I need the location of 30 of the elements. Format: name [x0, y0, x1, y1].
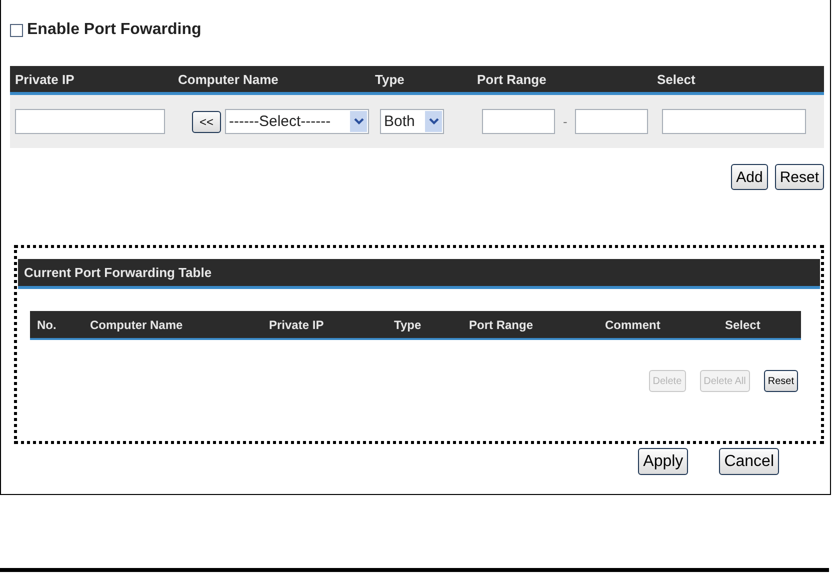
column-header: Computer Name [178, 72, 280, 86]
column-header: Computer Name [90, 318, 184, 332]
private-ip-field[interactable] [15, 109, 165, 134]
port-end-field[interactable] [575, 109, 648, 134]
copy-button[interactable]: << [192, 110, 221, 132]
column-header: Port Range [477, 72, 548, 86]
column-header: Select [725, 318, 762, 332]
column-header: No. [37, 318, 58, 332]
table-title: Current Port Forwarding Table [24, 265, 212, 280]
chevron-down-icon [354, 118, 364, 125]
action-button[interactable]: Reset [774, 164, 824, 190]
checkbox[interactable] [10, 24, 23, 36]
column-header: Private IP [15, 72, 76, 86]
action-button[interactable]: Apply [638, 448, 688, 475]
computer-name-dropdown[interactable]: ------Select------ [225, 109, 369, 134]
chevron-down-icon [428, 118, 438, 125]
range-separator: - [563, 114, 568, 129]
port-start-field[interactable] [482, 109, 555, 134]
column-header: Type [375, 72, 406, 86]
select-field[interactable] [662, 109, 806, 134]
column-header: Private IP [269, 318, 325, 332]
column-header: Select [657, 72, 696, 86]
action-button[interactable]: Cancel [719, 448, 779, 475]
column-header: Type [394, 318, 422, 332]
column-header: Comment [605, 318, 662, 332]
type-dropdown[interactable]: Both [380, 109, 444, 134]
action-button[interactable]: Reset [764, 370, 798, 392]
column-header: Port Range [469, 318, 534, 332]
action-button[interactable]: Add [731, 164, 768, 190]
checkbox-label: Enable Port Fowarding [27, 21, 202, 39]
